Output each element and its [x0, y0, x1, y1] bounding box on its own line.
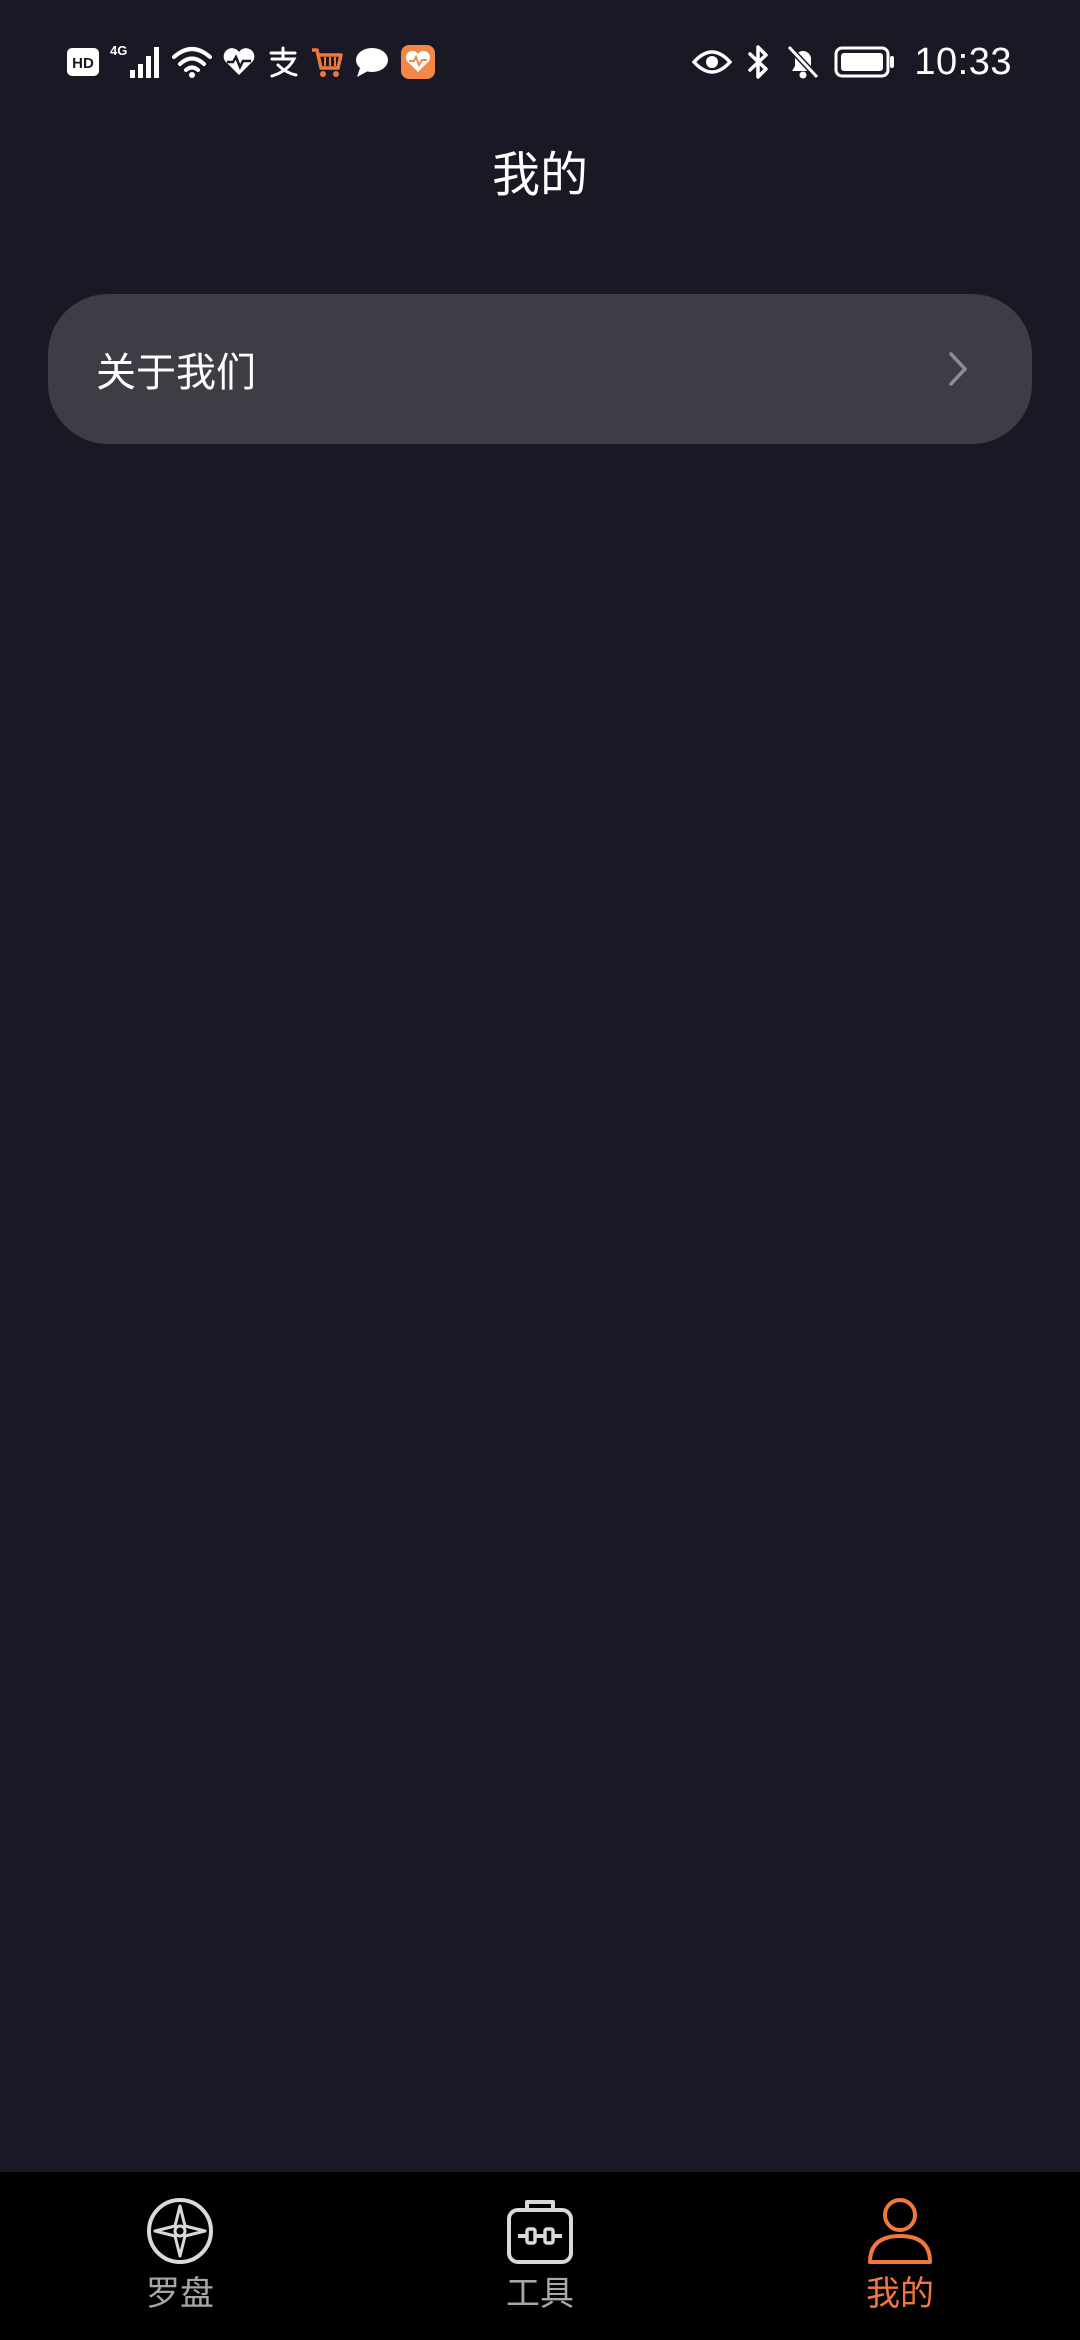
nav-item-compass[interactable]: 罗盘	[0, 2172, 360, 2340]
status-time: 10:33	[914, 40, 1012, 83]
about-us-label: 关于我们	[96, 350, 256, 396]
hd-icon: HD	[66, 42, 100, 82]
message-icon	[354, 42, 390, 82]
nav-item-tools[interactable]: 工具	[360, 2172, 720, 2340]
bottom-nav: 罗盘 工具 我的	[0, 2172, 1080, 2340]
nav-label-mine: 我的	[866, 2274, 934, 2314]
svg-text:4G: 4G	[110, 43, 127, 58]
wifi-icon	[172, 42, 212, 82]
chevron-right-icon	[944, 349, 972, 389]
status-left: HD 4G	[66, 38, 436, 86]
alipay-icon	[266, 42, 300, 82]
bluetooth-icon	[746, 42, 772, 82]
svg-text:HD: HD	[72, 55, 94, 72]
nav-label-compass: 罗盘	[146, 2274, 214, 2314]
app-icon	[400, 42, 436, 82]
taobao-icon	[310, 42, 344, 82]
user-icon	[865, 2196, 935, 2266]
status-bar: HD 4G 10:33	[0, 0, 1080, 120]
compass-icon	[145, 2196, 215, 2266]
battery-icon	[834, 42, 896, 82]
toolbox-icon	[505, 2196, 575, 2266]
signal-4g-icon: 4G	[110, 42, 162, 82]
about-us-item[interactable]: 关于我们	[48, 294, 1032, 444]
bell-off-icon	[786, 42, 820, 82]
page-title: 我的	[491, 147, 588, 203]
eye-icon	[692, 42, 733, 82]
status-right: 10:33	[692, 38, 1012, 86]
health-icon	[222, 42, 256, 82]
nav-label-tools: 工具	[506, 2274, 574, 2314]
nav-item-mine[interactable]: 我的	[720, 2172, 1080, 2340]
screen: HD 4G 10:33 我的 关于我们 罗盘 工具 我的	[0, 0, 1080, 2340]
